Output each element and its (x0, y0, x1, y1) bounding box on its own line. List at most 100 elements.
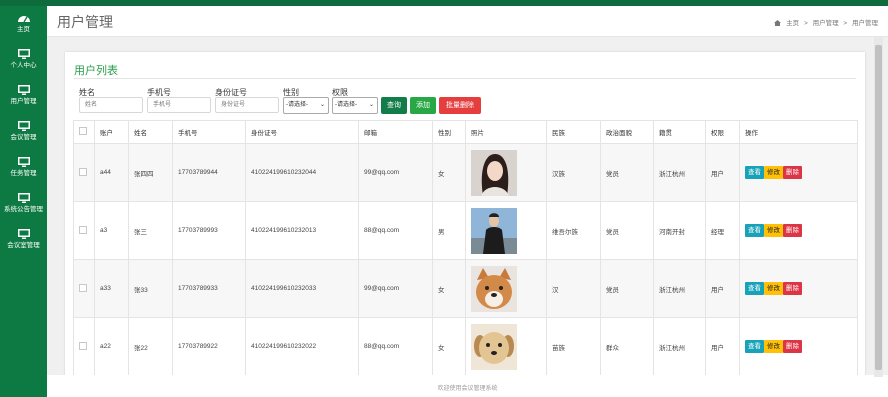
select-all-checkbox[interactable] (79, 127, 87, 135)
gender-select-value: -请选择- (286, 102, 308, 108)
sidebar-item-rooms[interactable]: 会议室管理 (0, 228, 47, 264)
add-button[interactable]: 添加 (410, 97, 436, 114)
batch-delete-button[interactable]: 批量删除 (439, 97, 481, 114)
role-select[interactable]: -请选择- ⌄ (332, 97, 378, 114)
cell-idcard: 410224199610232033 (245, 259, 359, 318)
cell-actions: 查看 修改 删除 (739, 259, 858, 318)
cell-email: 99@qq.com (358, 143, 433, 202)
view-button[interactable]: 查看 (745, 340, 764, 353)
breadcrumb-home[interactable]: 主页 (786, 20, 799, 27)
sidebar-item-users[interactable]: 用户管理 (0, 84, 47, 120)
gender-select[interactable]: -请选择- ⌄ (283, 97, 329, 114)
cell-political: 党员 (600, 201, 654, 260)
view-button[interactable]: 查看 (745, 166, 764, 179)
cell-account: a3 (94, 201, 129, 260)
user-photo (471, 149, 517, 196)
row-checkbox[interactable] (79, 167, 87, 176)
breadcrumb-level1[interactable]: 用户管理 (813, 20, 839, 27)
column-header: 身份证号 (245, 120, 359, 144)
sidebar-item-label: 系统公告管理 (4, 206, 43, 213)
cell-idcard: 410224199610232022 (245, 317, 359, 376)
sidebar-item-label: 会议管理 (10, 134, 37, 141)
query-button[interactable]: 查询 (381, 97, 407, 114)
user-photo (471, 207, 517, 254)
cell-name: 张四四 (128, 143, 173, 202)
role-select-value: -请选择- (335, 102, 357, 108)
table-header-row: 账户 姓名 手机号 身份证号 邮箱 性别 照片 民族 政治面貌 籍贯 权限 操作 (73, 120, 858, 144)
edit-button[interactable]: 修改 (764, 340, 783, 353)
sidebar-item-tasks[interactable]: 任务管理 (0, 156, 47, 192)
page-title: 用户管理 (57, 14, 113, 30)
cell-name: 张22 (128, 317, 173, 376)
footer-text: 欢迎使用会议管理系统 (437, 386, 498, 392)
column-header: 账户 (94, 120, 129, 144)
view-button[interactable]: 查看 (745, 282, 764, 295)
cell-email: 88@qq.com (358, 201, 433, 260)
cell-phone: 17703789944 (172, 143, 246, 202)
cell-ethnicity: 维吾尔族 (546, 201, 601, 260)
column-header: 姓名 (128, 120, 173, 144)
monitor-icon (17, 229, 30, 239)
cell-political: 群众 (600, 317, 654, 376)
name-search-input[interactable] (79, 97, 143, 113)
edit-button[interactable]: 修改 (764, 282, 783, 295)
sidebar-item-profile[interactable]: 个人中心 (0, 48, 47, 84)
breadcrumb-level2: 用户管理 (852, 20, 878, 27)
delete-button[interactable]: 删除 (783, 282, 802, 295)
select-all-cell (73, 120, 95, 144)
cell-political: 党员 (600, 259, 654, 318)
delete-button[interactable]: 删除 (783, 340, 802, 353)
cell-actions: 查看 修改 删除 (739, 201, 858, 260)
phone-search-input[interactable] (147, 97, 211, 113)
cell-idcard: 410224199610232013 (245, 201, 359, 260)
sidebar-item-label: 会议室管理 (7, 242, 40, 249)
sidebar-item-home[interactable]: 主页 (0, 12, 47, 48)
chevron-down-icon: ⌄ (368, 102, 374, 108)
cell-native-place: 浙江杭州 (653, 317, 706, 376)
scrollbar-thumb[interactable] (875, 45, 882, 370)
row-checkbox[interactable] (79, 225, 87, 234)
page-header: 用户管理 主页 > 用户管理 > 用户管理 (47, 6, 888, 37)
table-row: a33 张33 17703789933 410224199610232033 9… (73, 259, 858, 318)
user-photo (471, 265, 517, 312)
row-checkbox[interactable] (79, 283, 87, 292)
cell-account: a44 (94, 143, 129, 202)
column-header: 操作 (739, 120, 858, 144)
sidebar-item-announcements[interactable]: 系统公告管理 (0, 192, 47, 228)
cell-role: 用户 (705, 259, 740, 318)
cell-native-place: 河南开封 (653, 201, 706, 260)
user-table: 账户 姓名 手机号 身份证号 邮箱 性别 照片 民族 政治面貌 籍贯 权限 操作… (73, 120, 858, 376)
edit-button[interactable]: 修改 (764, 224, 783, 237)
idcard-search-input[interactable] (215, 97, 279, 113)
cell-account: a33 (94, 259, 129, 318)
row-checkbox[interactable] (79, 341, 87, 350)
sidebar-item-meetings[interactable]: 会议管理 (0, 120, 47, 156)
table-row: a3 张三 17703789993 410224199610232013 88@… (73, 201, 858, 260)
cell-ethnicity: 汉 (546, 259, 601, 318)
column-header: 手机号 (172, 120, 246, 144)
row-select-cell (73, 201, 95, 260)
monitor-icon (17, 121, 30, 131)
cell-account: a22 (94, 317, 129, 376)
sidebar-item-label: 用户管理 (10, 98, 37, 105)
user-photo (471, 323, 517, 370)
vertical-scrollbar[interactable] (874, 37, 883, 377)
cell-phone: 17703789993 (172, 201, 246, 260)
column-header: 民族 (546, 120, 601, 144)
column-header: 籍贯 (653, 120, 706, 144)
breadcrumb: 主页 > 用户管理 > 用户管理 (774, 17, 878, 27)
cell-photo (465, 143, 547, 202)
view-button[interactable]: 查看 (745, 224, 764, 237)
delete-button[interactable]: 删除 (783, 166, 802, 179)
monitor-icon (17, 49, 30, 59)
delete-button[interactable]: 删除 (783, 224, 802, 237)
cell-photo (465, 201, 547, 260)
cell-ethnicity: 苗族 (546, 317, 601, 376)
row-select-cell (73, 143, 95, 202)
breadcrumb-separator: > (843, 20, 848, 27)
edit-button[interactable]: 修改 (764, 166, 783, 179)
home-icon (774, 20, 782, 26)
cell-phone: 17703789922 (172, 317, 246, 376)
column-header: 邮箱 (358, 120, 433, 144)
cell-actions: 查看 修改 删除 (739, 317, 858, 376)
